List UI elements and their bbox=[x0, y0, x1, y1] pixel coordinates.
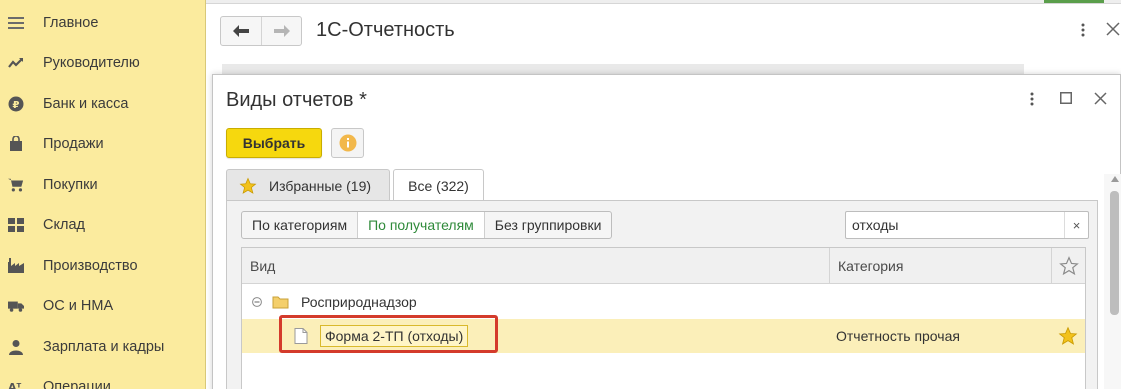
search-clear-button[interactable]: × bbox=[1064, 212, 1088, 238]
table-row[interactable]: Форма 2-ТП (отходы) Отчетность прочая bbox=[242, 319, 1085, 353]
page-title: 1С-Отчетность bbox=[316, 19, 455, 41]
scrollbar-thumb[interactable] bbox=[1110, 191, 1119, 315]
tab-label: Избранные (19) bbox=[269, 177, 372, 194]
sidebar-item-bank[interactable]: ₽ Банк и касса bbox=[0, 84, 205, 124]
search-field: × bbox=[845, 211, 1089, 239]
sidebar-item-label: Покупки bbox=[43, 177, 98, 193]
maximize-button[interactable] bbox=[1059, 91, 1073, 105]
group-by-recipient-button[interactable]: По получателям bbox=[357, 212, 484, 238]
report-name[interactable]: Форма 2-ТП (отходы) bbox=[320, 325, 469, 347]
sidebar-item-production[interactable]: Производство bbox=[0, 246, 205, 286]
shopping-bag-icon bbox=[8, 136, 24, 152]
svg-text:Aᵀ: Aᵀ bbox=[8, 381, 22, 389]
more-menu-button[interactable] bbox=[1076, 20, 1090, 40]
close-button[interactable] bbox=[1104, 18, 1121, 40]
sidebar-item-label: ОС и НМА bbox=[43, 298, 114, 314]
folder-icon bbox=[272, 295, 289, 309]
arrow-left-icon bbox=[233, 25, 249, 37]
sidebar-item-salary[interactable]: Зарплата и кадры bbox=[0, 327, 205, 367]
sidebar-item-assets[interactable]: ОС и НМА bbox=[0, 286, 205, 326]
sidebar-item-label: Главное bbox=[43, 15, 99, 31]
dialog-close-button[interactable] bbox=[1091, 89, 1109, 107]
sidebar-item-sales[interactable]: Продажи bbox=[0, 124, 205, 164]
group-label: Росприроднадзор bbox=[301, 294, 417, 310]
sidebar-item-label: Склад bbox=[43, 217, 85, 233]
cart-icon bbox=[8, 177, 24, 193]
star-icon bbox=[239, 177, 257, 195]
category-cell: Отчетность прочая bbox=[836, 328, 960, 344]
table-group-row[interactable]: Росприроднадзор bbox=[242, 285, 1085, 319]
type-cell: Форма 2-ТП (отходы) bbox=[242, 319, 469, 353]
nav-buttons bbox=[220, 16, 302, 46]
column-header-category[interactable]: Категория bbox=[829, 248, 1051, 284]
trend-icon bbox=[8, 55, 24, 71]
forward-button[interactable] bbox=[261, 17, 301, 45]
document-icon bbox=[294, 328, 308, 344]
sidebar-item-warehouse[interactable]: Склад bbox=[0, 205, 205, 245]
dialog-more-button[interactable] bbox=[1027, 89, 1037, 109]
info-icon bbox=[339, 134, 356, 152]
person-icon bbox=[8, 339, 24, 355]
ruble-coin-icon: ₽ bbox=[8, 96, 24, 112]
star-icon bbox=[1058, 326, 1078, 345]
table-header: Вид Категория bbox=[242, 248, 1085, 284]
main-header: 1С-Отчетность bbox=[206, 4, 1121, 64]
arrow-right-icon bbox=[273, 25, 290, 37]
dialog-title: Виды отчетов * bbox=[226, 89, 367, 111]
maximize-icon bbox=[1060, 92, 1072, 104]
sidebar-item-label: Операции bbox=[43, 379, 111, 389]
svg-text:₽: ₽ bbox=[13, 100, 20, 111]
column-header-type[interactable]: Вид bbox=[242, 248, 829, 284]
favorite-toggle[interactable] bbox=[1051, 319, 1085, 353]
select-button[interactable]: Выбрать bbox=[226, 128, 322, 158]
column-header-favorite[interactable] bbox=[1051, 248, 1085, 284]
report-types-dialog: Виды отчетов * Выбрать Избранные (19) Вс… bbox=[212, 74, 1121, 389]
grouping-switch: По категориям По получателям Без группир… bbox=[241, 211, 613, 239]
group-by-category-button[interactable]: По категориям bbox=[242, 212, 357, 238]
operations-icon: Aᵀ bbox=[8, 379, 24, 389]
scroll-up-icon[interactable] bbox=[1111, 176, 1119, 182]
tab-favorites[interactable]: Избранные (19) bbox=[226, 169, 390, 201]
background-panel bbox=[222, 64, 1024, 74]
back-button[interactable] bbox=[221, 17, 261, 45]
sidebar-item-label: Руководителю bbox=[43, 55, 140, 71]
info-button[interactable] bbox=[331, 128, 364, 158]
sidebar-item-label: Зарплата и кадры bbox=[43, 339, 165, 355]
warehouse-icon bbox=[8, 217, 24, 233]
factory-icon bbox=[8, 258, 24, 274]
truck-icon bbox=[8, 298, 24, 314]
search-input[interactable] bbox=[846, 212, 1064, 238]
tab-all[interactable]: Все (322) bbox=[393, 169, 484, 202]
sidebar: Главное Руководителю ₽ Банк и касса Прод… bbox=[0, 0, 206, 389]
sidebar-item-label: Продажи bbox=[43, 136, 104, 152]
no-grouping-button[interactable]: Без группировки bbox=[483, 212, 612, 238]
status-indicator bbox=[1044, 0, 1104, 3]
tab-content: По категориям По получателям Без группир… bbox=[226, 201, 1098, 389]
sidebar-item-operations[interactable]: Aᵀ Операции bbox=[0, 367, 205, 389]
star-outline-icon bbox=[1058, 256, 1079, 276]
more-vertical-icon bbox=[1081, 23, 1085, 37]
more-vertical-icon bbox=[1030, 92, 1034, 106]
sidebar-item-purchases[interactable]: Покупки bbox=[0, 165, 205, 205]
close-icon bbox=[1106, 22, 1120, 36]
sidebar-item-label: Банк и касса bbox=[43, 96, 129, 112]
sidebar-item-label: Производство bbox=[43, 258, 138, 274]
group-cell: Росприроднадзор bbox=[242, 285, 417, 319]
report-types-table: Вид Категория Росприроднадзор Форма 2-ТП… bbox=[241, 247, 1086, 389]
collapse-icon[interactable] bbox=[252, 297, 262, 307]
sidebar-item-main[interactable]: Главное bbox=[0, 3, 205, 43]
menu-icon bbox=[8, 15, 24, 31]
close-icon bbox=[1093, 91, 1107, 105]
tab-label: Все (322) bbox=[408, 178, 469, 194]
sidebar-item-manager[interactable]: Руководителю bbox=[0, 43, 205, 83]
